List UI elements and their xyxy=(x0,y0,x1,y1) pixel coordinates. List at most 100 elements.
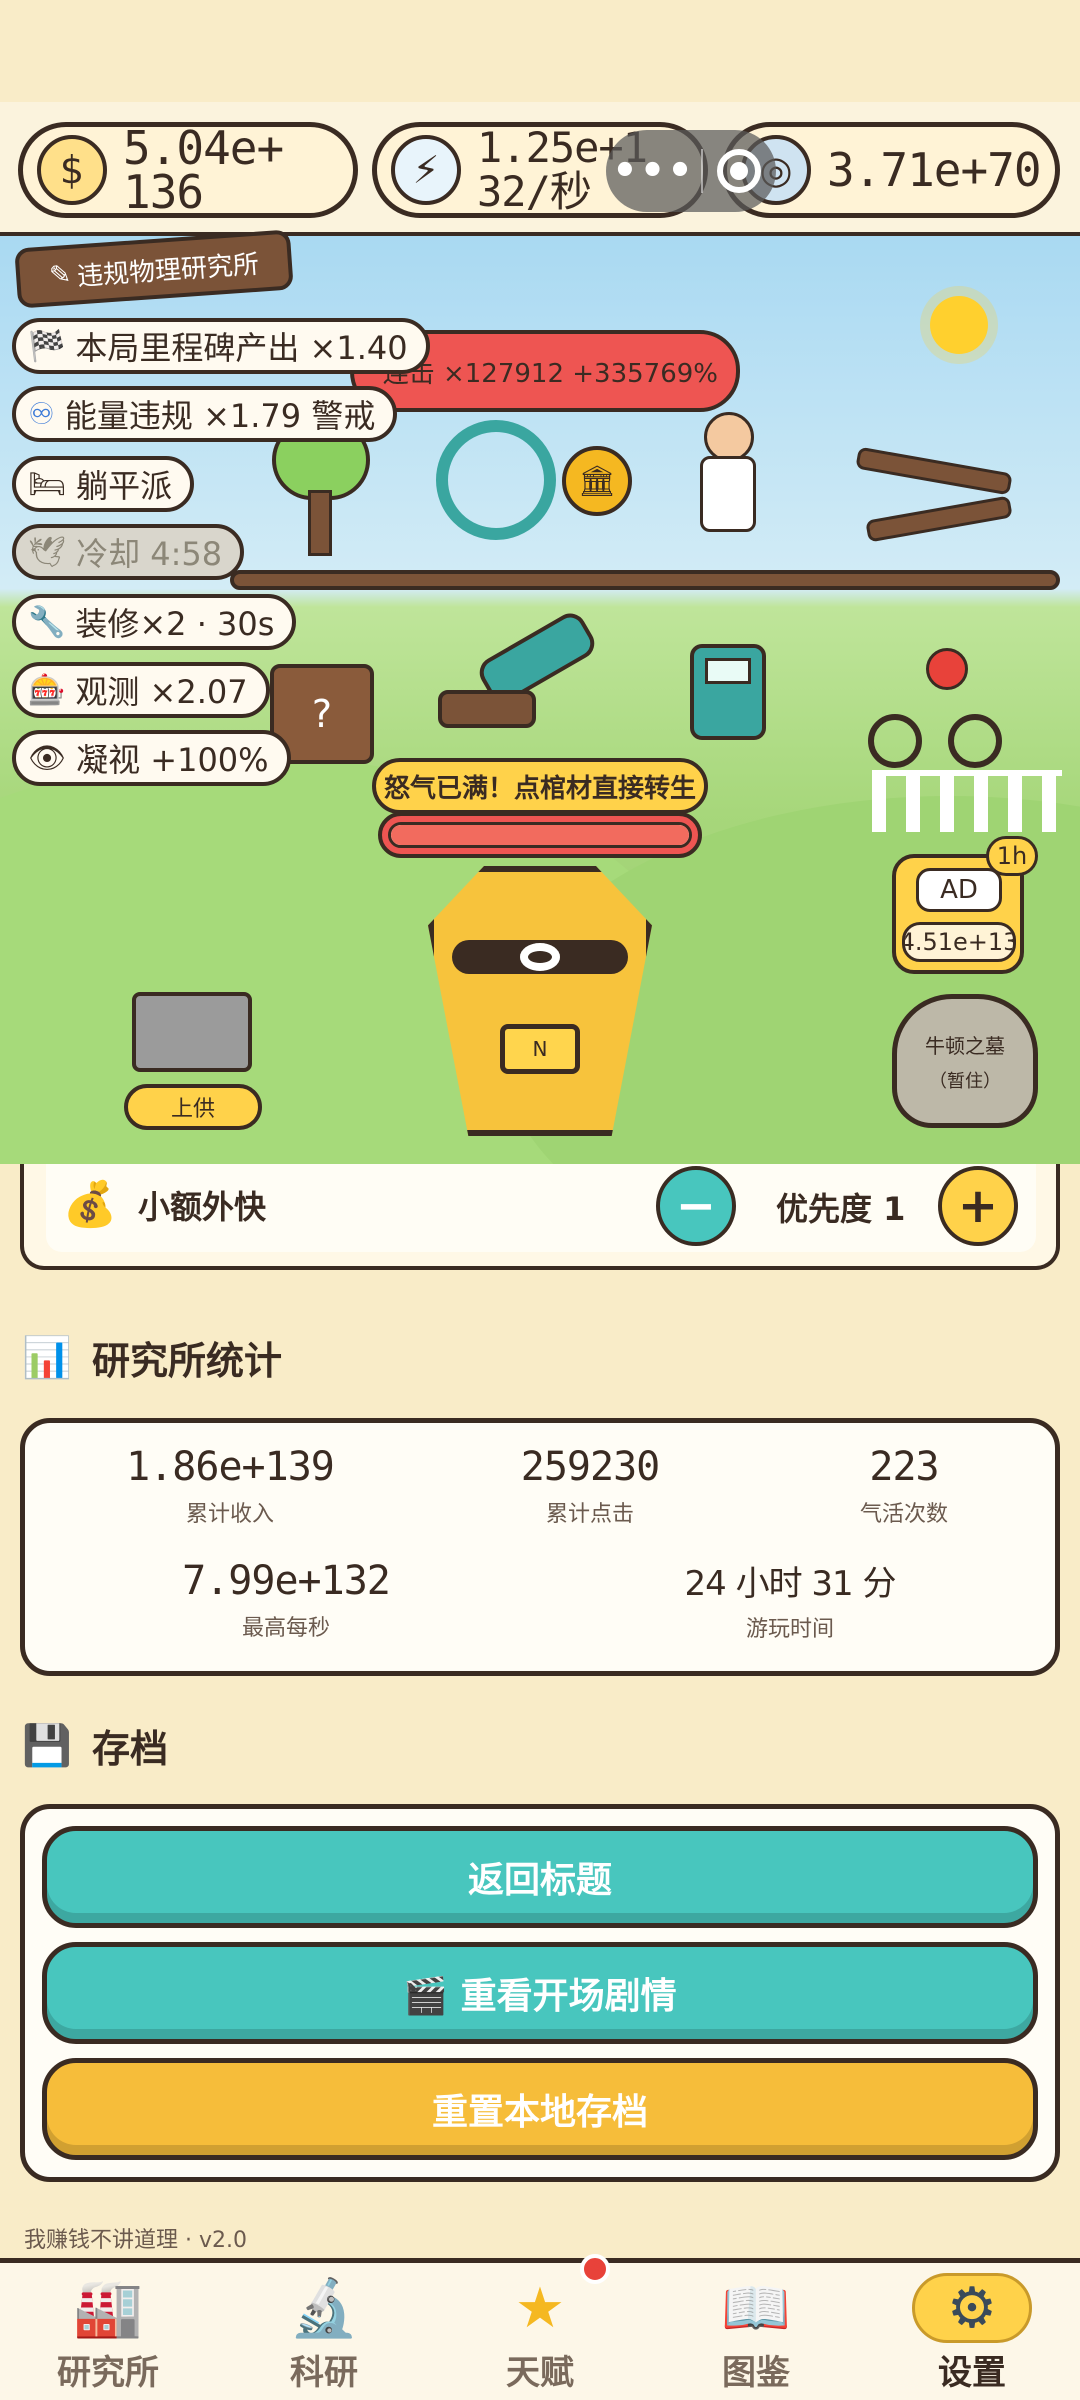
dove-icon: 🕊 xyxy=(28,534,67,570)
nav-item-label: 研究所 xyxy=(57,2353,159,2393)
offer-button-label: 上供 xyxy=(170,1097,215,1122)
buff-observe-text: 观测 ×2.07 xyxy=(75,673,248,711)
stat-play-time: 24 小时 31 分 游玩时间 xyxy=(640,1556,940,1643)
priority-decrease-button[interactable]: − xyxy=(656,1166,736,1246)
pencil-icon: ✎ xyxy=(48,259,73,292)
stat-label: 游玩时间 xyxy=(745,1617,834,1642)
buff-energy-violation-text: 能量违规 ×1.79 警戒 xyxy=(64,397,376,435)
rage-progress-track xyxy=(388,822,692,848)
newton-tomb[interactable]: 牛顿之墓 （暂住） xyxy=(892,994,1038,1128)
rage-progress-bar xyxy=(378,812,702,858)
buff-cooldown[interactable]: 🕊 冷却 4:58 xyxy=(12,524,245,580)
book-icon: 📖 xyxy=(721,2276,791,2341)
infinity-icon: ♾ xyxy=(28,396,55,432)
ad-timer-badge: 1h xyxy=(986,836,1038,876)
floppy-disk-icon: 💾 xyxy=(22,1723,72,1769)
reset-save-label: 重置本地存档 xyxy=(431,2092,648,2133)
nav-item-label: 设置 xyxy=(938,2353,1006,2393)
nav-item-codex[interactable]: 📖 图鉴 xyxy=(648,2263,864,2400)
coffin-plate-text: N xyxy=(532,1037,548,1061)
more-menu-icon[interactable]: ••• xyxy=(606,148,701,194)
buff-milestone[interactable]: 🏁 本局里程碑产出 ×1.40 xyxy=(12,318,430,374)
coffin-button[interactable] xyxy=(428,866,652,1136)
capsule-divider xyxy=(701,149,703,193)
nav-item-label: 图鉴 xyxy=(722,2353,790,2393)
buff-renovation[interactable]: 🔧 装修×2 · 30s xyxy=(12,594,297,650)
close-capsule-icon[interactable] xyxy=(717,149,761,193)
notification-dot xyxy=(580,2254,610,2284)
tomb-subtitle: （暂住） xyxy=(929,1070,1001,1092)
bottom-nav: 🏭 研究所 🔬 科研 ★ 天赋 📖 图鉴 ⚙ 设置 xyxy=(0,2258,1080,2400)
task-name: 小额外快 xyxy=(138,1188,267,1226)
coffin-eye-icon xyxy=(452,940,628,974)
buff-gaze-text: 凝视 +100% xyxy=(76,741,269,779)
ring-value: 3.71e+70 xyxy=(827,143,1042,197)
stat-total-clicks: 259230 累计点击 xyxy=(440,1444,740,1528)
money-value-line2: 136 xyxy=(123,165,204,219)
buff-observe[interactable]: 🎰 观测 ×2.07 xyxy=(12,662,270,718)
bar-chart-icon: 📊 xyxy=(22,1335,72,1381)
stat-max-per-second: 7.99e+132 最高每秒 xyxy=(136,1558,436,1642)
stat-total-income: 1.86e+139 累计收入 xyxy=(80,1444,380,1528)
eye-icon: 👁 xyxy=(28,740,67,776)
stat-value: 259230 xyxy=(520,1444,661,1490)
lab-sign-text: 违规物理研究所 xyxy=(76,249,260,292)
nav-item-lab[interactable]: 🏭 研究所 xyxy=(0,2263,216,2400)
lightning-icon: ⚡ xyxy=(391,135,461,205)
ad-timer-text: 1h xyxy=(996,842,1028,870)
money-value-line1: 5.04e+ xyxy=(123,121,284,175)
mini-program-capsule: ••• xyxy=(606,130,776,212)
reset-save-button[interactable]: 重置本地存档 xyxy=(42,2058,1038,2160)
back-to-title-label: 返回标题 xyxy=(467,1860,612,1901)
bed-icon: 🛏 xyxy=(28,466,67,502)
money-value: 5.04e+ 136 xyxy=(123,121,284,219)
buff-milestone-text: 本局里程碑产出 ×1.40 xyxy=(75,329,408,367)
version-footer: 我赚钱不讲道理 · v2.0 xyxy=(24,2228,247,2253)
checkered-flag-icon: 🏁 xyxy=(28,328,66,364)
replay-intro-button[interactable]: 🎬 重看开场剧情 xyxy=(42,1942,1038,2044)
bicycle-rider-icon[interactable] xyxy=(862,644,1012,774)
stats-section-title: 📊 研究所统计 xyxy=(22,1330,282,1385)
stat-label: 累计点击 xyxy=(545,1502,634,1527)
save-title-text: 存档 xyxy=(92,1727,169,1771)
nav-item-label: 科研 xyxy=(290,2353,358,2393)
sun-icon xyxy=(930,296,988,354)
ad-label: AD xyxy=(916,868,1002,912)
fence-icon xyxy=(872,770,1062,832)
priority-increase-button[interactable]: + xyxy=(938,1166,1018,1246)
combo-banner-text: 连击 ×127912 +335769% xyxy=(382,358,718,389)
buff-lie-flat[interactable]: 🛏 躺平派 xyxy=(12,456,195,512)
rage-full-text: 怒气已满！点棺材直接转生 xyxy=(383,773,696,804)
stat-label: 气活次数 xyxy=(859,1502,948,1527)
nav-item-research[interactable]: 🔬 科研 xyxy=(216,2263,432,2400)
back-to-title-button[interactable]: 返回标题 xyxy=(42,1826,1038,1928)
nav-item-settings[interactable]: ⚙ 设置 xyxy=(864,2263,1080,2400)
stat-value: 1.86e+139 xyxy=(126,1444,335,1490)
stat-value: 223 xyxy=(869,1444,939,1490)
money-counter[interactable]: $ 5.04e+ 136 xyxy=(18,122,358,218)
plus-icon: + xyxy=(957,1178,999,1234)
slot-machine-icon: 🎰 xyxy=(28,672,66,708)
buff-energy-violation[interactable]: ♾ 能量违规 ×1.79 警戒 xyxy=(12,386,398,442)
cannon-icon[interactable] xyxy=(438,607,601,730)
rage-full-label: 怒气已满！点棺材直接转生 xyxy=(372,758,708,814)
stat-label: 最高每秒 xyxy=(241,1616,330,1641)
stat-value: 7.99e+132 xyxy=(182,1558,391,1604)
offer-button[interactable]: 上供 xyxy=(124,1084,262,1130)
stat-value: 24 小时 31 分 xyxy=(684,1564,897,1604)
buff-gaze[interactable]: 👁 凝视 +100% xyxy=(12,730,291,786)
stats-title-text: 研究所统计 xyxy=(92,1339,283,1383)
nav-item-label: 天赋 xyxy=(506,2353,574,2393)
gear-icon: ⚙ xyxy=(912,2273,1032,2343)
magnifier-icon[interactable] xyxy=(436,420,556,540)
atm-machine-icon[interactable] xyxy=(690,644,766,740)
money-bag-icon: 💰 xyxy=(62,1179,118,1230)
scientist-character[interactable] xyxy=(690,404,760,544)
nav-item-talent[interactable]: ★ 天赋 xyxy=(432,2263,648,2400)
gold-coin-icon[interactable]: 🏛 xyxy=(562,446,632,516)
priority-label: 优先度 1 xyxy=(776,1190,906,1228)
buff-lie-flat-text: 躺平派 xyxy=(76,467,173,505)
factory-icon: 🏭 xyxy=(73,2276,143,2341)
save-section-title: 💾 存档 xyxy=(22,1718,168,1773)
rage-progress-fill xyxy=(391,825,689,845)
